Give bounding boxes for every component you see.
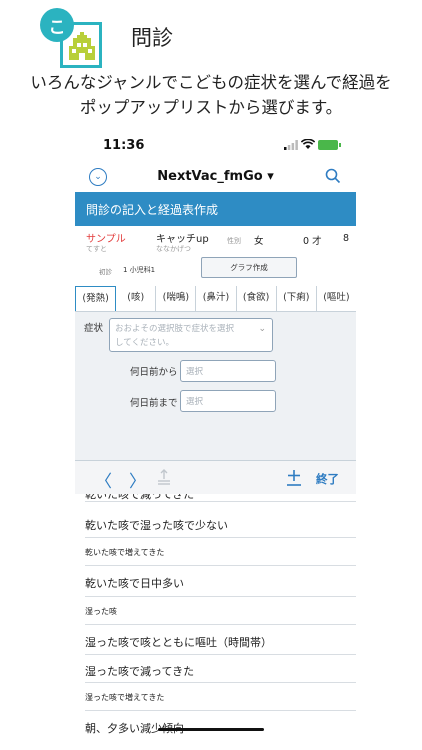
visit-label: 初診 [99, 268, 112, 276]
symptom-form: 症状 おおよその選択肢で症状を選択 してください。 ⌄ 何日前から 選択 何日前… [75, 312, 356, 460]
section-title: 問診の記入と経過表作成 [86, 203, 219, 217]
create-graph-button[interactable]: グラフ作成 [201, 257, 297, 278]
list-item[interactable]: 湿った咳で増えてきた [85, 683, 356, 711]
plus-icon[interactable] [286, 468, 302, 486]
sex-label: 性別 [227, 237, 241, 245]
tab-vomiting[interactable]: (嘔吐) [317, 286, 356, 311]
promo-description: いろんなジャンルでこどもの症状を選んで経過を ポップアップリストから選びます。 [0, 70, 422, 120]
symptom-select[interactable]: おおよその選択肢で症状を選択 してください。 ⌄ [109, 318, 273, 352]
tab-diarrhea[interactable]: (下痢) [277, 286, 317, 311]
days-to-label: 何日前まで [130, 398, 178, 409]
patient-catchphrase: キャッチup [156, 234, 209, 245]
patient-age-months: 8 [343, 233, 350, 244]
patient-name: サンプル [86, 234, 126, 245]
symptom-placeholder-line-2: してください。 [115, 338, 174, 348]
patient-name-kana: てすと [86, 245, 107, 253]
section-header: 問診の記入と経過表作成 [75, 192, 356, 226]
symptom-tabs: (発熱) (咳) (喘鳴) (鼻汁) (食欲) (下痢) (嘔吐) [75, 286, 356, 312]
symptom-placeholder-line-1: おおよその選択肢で症状を選択 [115, 324, 235, 334]
promo-description-line-1: いろんなジャンルでこどもの症状を選んで経過を [30, 73, 392, 92]
list-item[interactable]: 湿った咳で咳とともに嘔吐（時間帯） [85, 625, 356, 655]
days-from-select[interactable]: 選択 [180, 360, 276, 382]
tab-wheeze[interactable]: (喘鳴) [156, 286, 197, 311]
wifi-icon [301, 139, 315, 149]
list-item[interactable]: 乾いた咳で減ってきた [85, 494, 356, 502]
list-item[interactable]: 乾いた咳で湿った咳で少ない [85, 508, 356, 538]
phone-screen: 11:36 ⌄ NextVac_fmGo ▾ 問診の記入と経過表作成 サンプル … [75, 128, 356, 750]
list-item[interactable]: 乾いた咳で日中多い [85, 566, 356, 597]
bottom-toolbar: 〈 〉 終了 [75, 460, 356, 494]
search-icon[interactable] [325, 168, 341, 184]
days-to-select[interactable]: 選択 [180, 390, 276, 412]
visit-value: 1 小児科1 [123, 266, 156, 274]
chevron-down-icon: ⌄ [258, 324, 266, 334]
status-bar: 11:36 [75, 128, 356, 164]
tab-runny-nose[interactable]: (鼻汁) [196, 286, 237, 311]
tab-fever[interactable]: (発熱) [75, 286, 117, 311]
chevron-left-icon[interactable]: 〈 [95, 467, 112, 492]
list-item[interactable]: 乾いた咳で増えてきた [85, 538, 356, 566]
popup-list: 乾いた咳で減ってきた 乾いた咳で湿った咳で少ない 乾いた咳で増えてきた 乾いた咳… [75, 494, 356, 750]
promo-title: 問診 [131, 26, 173, 50]
share-icon[interactable] [157, 469, 171, 485]
tab-cough[interactable]: (咳) [116, 286, 157, 311]
list-item[interactable]: 朝、夕多い減少傾向 [85, 711, 356, 741]
clinic-building-icon [69, 32, 95, 60]
battery-charging-icon [318, 140, 341, 150]
tab-appetite[interactable]: (食欲) [237, 286, 277, 311]
patient-age-years: 0 才 [303, 236, 322, 247]
symptom-label: 症状 [84, 323, 104, 334]
list-item[interactable]: 湿った咳で減ってきた [85, 655, 356, 683]
home-indicator[interactable] [158, 728, 264, 731]
patient-catchphrase-kana: ななかげつ [156, 245, 191, 253]
done-button[interactable]: 終了 [316, 471, 339, 487]
app-title[interactable]: NextVac_fmGo ▾ [75, 169, 356, 184]
app-bar: ⌄ NextVac_fmGo ▾ [75, 164, 356, 194]
chevron-right-icon[interactable]: 〉 [129, 467, 146, 492]
app-logo: こ [40, 8, 102, 70]
patient-sex: 女 [254, 236, 264, 247]
status-time: 11:36 [103, 138, 145, 153]
days-from-label: 何日前から [130, 367, 178, 378]
promo-description-line-2: ポップアップリストから選びます。 [79, 98, 343, 117]
patient-info: サンプル てすと キャッチup ななかげつ 性別 女 0 才 8 初診 1 小児… [75, 226, 356, 286]
signal-bars-icon [284, 140, 298, 150]
list-item[interactable]: 湿った咳 [85, 597, 356, 625]
